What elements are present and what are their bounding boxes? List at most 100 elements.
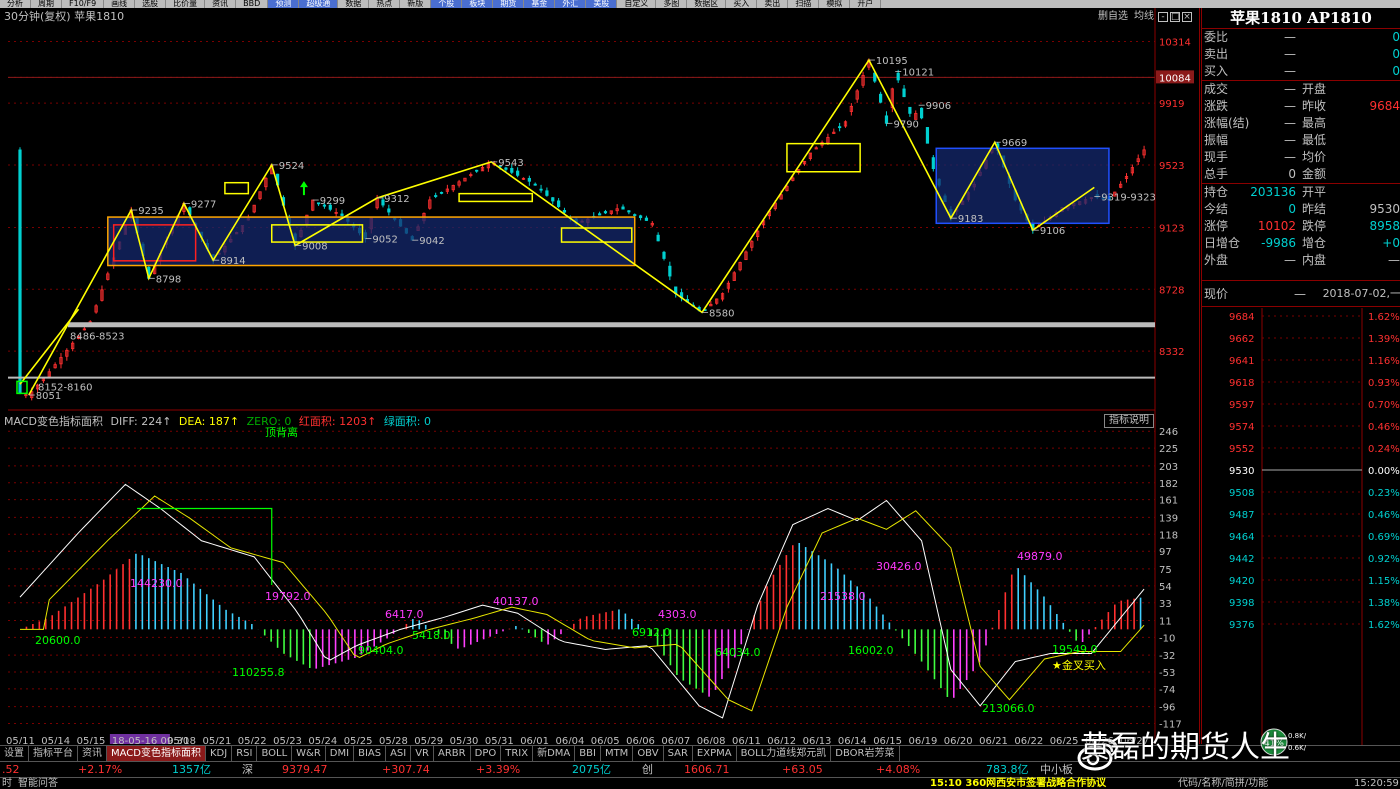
tab-16[interactable]: BBI — [575, 746, 601, 761]
date-label: 05/25 — [344, 736, 373, 744]
menu-item-0[interactable]: 分析 — [0, 0, 31, 8]
menu-item-9[interactable]: 超级通 — [299, 0, 339, 8]
minimize-icon[interactable]: - — [1158, 12, 1168, 22]
tab-14[interactable]: TRIX — [501, 746, 534, 761]
quote-value: — — [1284, 253, 1296, 267]
tab-0[interactable]: 设置 — [0, 746, 29, 761]
tab-3[interactable]: MACD变色指标面积 — [107, 746, 206, 761]
close-icon[interactable]: × — [1182, 12, 1192, 22]
quote-row: 日增仓 -9986 增仓 +0 — [1202, 235, 1400, 252]
tab-12[interactable]: ARBR — [434, 746, 471, 761]
kline-macd-chart[interactable]: 10314 10084 9919 9523 9123 8728 8332 8486-8523 8… — [0, 8, 1200, 744]
quote-value: -9986 — [1261, 236, 1296, 250]
mini-price-label: 9420 — [1229, 576, 1254, 587]
price-axis-label: 10314 — [1159, 37, 1191, 48]
annotation-label: 9312 — [384, 194, 409, 205]
menu-item-3[interactable]: 画线 — [104, 0, 136, 8]
annotation-label: 10195 — [876, 56, 908, 67]
menu-item-10[interactable]: 数据 — [338, 0, 370, 8]
tab-19[interactable]: SAR — [664, 746, 693, 761]
menu-item-2[interactable]: F10/F9 — [62, 0, 105, 8]
ma-button[interactable]: 均线 — [1132, 10, 1156, 23]
menu-item-23[interactable]: 卖出 — [757, 0, 789, 8]
menu-item-8[interactable]: 预测 — [268, 0, 300, 8]
candle-body — [920, 107, 924, 119]
quote-row: 成交 — 开盘 — [1202, 81, 1400, 98]
status-value-11: +63.05 — [782, 763, 823, 776]
mini-pct-label: 0.92% — [1368, 554, 1400, 565]
menu-item-26[interactable]: 开户 — [850, 0, 882, 8]
quote-value: — — [1284, 30, 1296, 44]
menu-item-5[interactable]: 比价量 — [166, 0, 206, 8]
menu-item-17[interactable]: 外汇 — [555, 0, 587, 8]
tab-20[interactable]: EXPMA — [693, 746, 737, 761]
macd-area-label: 20600.0 — [35, 634, 81, 647]
menu-item-7[interactable]: BBD — [236, 0, 269, 8]
menu-item-13[interactable]: 个股 — [431, 0, 463, 8]
status-value-3: 1357亿 — [172, 763, 211, 776]
menu-item-15[interactable]: 期货 — [493, 0, 525, 8]
tab-6[interactable]: BOLL — [257, 746, 293, 761]
mini-price-label: 9618 — [1229, 378, 1254, 389]
candle-body — [539, 188, 543, 191]
menu-item-25[interactable]: 模拟 — [819, 0, 851, 8]
menu-item-22[interactable]: 买入 — [726, 0, 758, 8]
tab-5[interactable]: RSI — [232, 746, 258, 761]
menu-item-19[interactable]: 自定义 — [617, 0, 657, 8]
mini-pct-label: 1.15% — [1368, 576, 1400, 587]
candle-body — [908, 106, 912, 114]
status-value-13: 783.8亿 — [986, 763, 1029, 776]
macd-dea-line — [20, 495, 1145, 712]
news-ticker[interactable]: 15:10 360网西安市签署战略合作协议 — [930, 778, 1106, 789]
date-label: 06/05 — [591, 736, 620, 744]
tab-13[interactable]: DPO — [471, 746, 502, 761]
tab-18[interactable]: OBV — [633, 746, 664, 761]
tab-7[interactable]: W&R — [292, 746, 326, 761]
date-label: 06/13 — [803, 736, 832, 744]
menu-item-21[interactable]: 数据区 — [687, 0, 727, 8]
smart-qa-button[interactable]: 智能问答 — [18, 778, 58, 789]
mini-pct-label: 1.62% — [1368, 312, 1400, 323]
menu-item-6[interactable]: 资讯 — [205, 0, 237, 8]
tab-11[interactable]: VR — [411, 746, 435, 761]
menu-item-4[interactable]: 选股 — [135, 0, 167, 8]
menu-bar: 分析 周期 F10/F9 画线 选股 比价量 资讯 BBD 预测 超级通 数据 热点 新版 个股 板块 期货基… — [0, 0, 1400, 8]
menu-item-20[interactable]: 多图 — [656, 0, 688, 8]
tab-9[interactable]: BIAS — [354, 746, 387, 761]
menu-item-24[interactable]: 扫描 — [788, 0, 820, 8]
menu-item-1[interactable]: 周期 — [31, 0, 62, 8]
quote-value: — — [1284, 47, 1296, 61]
quote-label: 涨幅(结) — [1204, 116, 1250, 130]
quote-label: 卖出 — [1204, 47, 1229, 61]
indicator-help-button[interactable]: 指标说明 — [1104, 414, 1154, 428]
maximize-icon[interactable]: □ — [1170, 12, 1180, 22]
tab-4[interactable]: KDJ — [206, 746, 233, 761]
menu-item-16[interactable]: 基金 — [524, 0, 556, 8]
macd-dea: DEA: 187↑ — [178, 415, 240, 428]
tab-8[interactable]: DMI — [326, 746, 355, 761]
mini-price-label: 9398 — [1229, 598, 1254, 609]
date-label: 05/18 — [167, 736, 196, 744]
macd-area-label: 19549.0 — [1052, 643, 1098, 656]
mini-price-label: 9574 — [1229, 422, 1254, 433]
tab-10[interactable]: ASI — [386, 746, 412, 761]
tab-21[interactable]: BOLL力道线郑元凯 — [737, 746, 832, 761]
delete-favorite-button[interactable]: 删自选 — [1096, 10, 1130, 23]
code-search-input[interactable]: 代码/名称/简拼/功能 — [1178, 778, 1268, 789]
status-value-6: +307.74 — [382, 763, 430, 776]
tab-17[interactable]: MTM — [601, 746, 634, 761]
date-label: 06/20 — [944, 736, 973, 744]
tab-2[interactable]: 资讯 — [78, 746, 107, 761]
menu-item-12[interactable]: 新版 — [400, 0, 432, 8]
macd-area-label: 40137.0 — [493, 595, 539, 608]
macd-area-label: 19792.0 — [265, 590, 311, 603]
status-value-8: 2075亿 — [572, 763, 611, 776]
chart-area[interactable]: 10314 10084 9919 9523 9123 8728 8332 8486-8523 8… — [0, 8, 1200, 744]
menu-item-11[interactable]: 热点 — [369, 0, 401, 8]
tab-1[interactable]: 指标平台 — [29, 746, 78, 761]
menu-item-18[interactable]: 美股 — [586, 0, 618, 8]
menu-item-14[interactable]: 板块 — [462, 0, 494, 8]
tab-22[interactable]: DBOR岩芳菜 — [831, 746, 900, 761]
tab-15[interactable]: 新DMA — [533, 746, 576, 761]
annotation-label: 8580 — [709, 308, 734, 319]
